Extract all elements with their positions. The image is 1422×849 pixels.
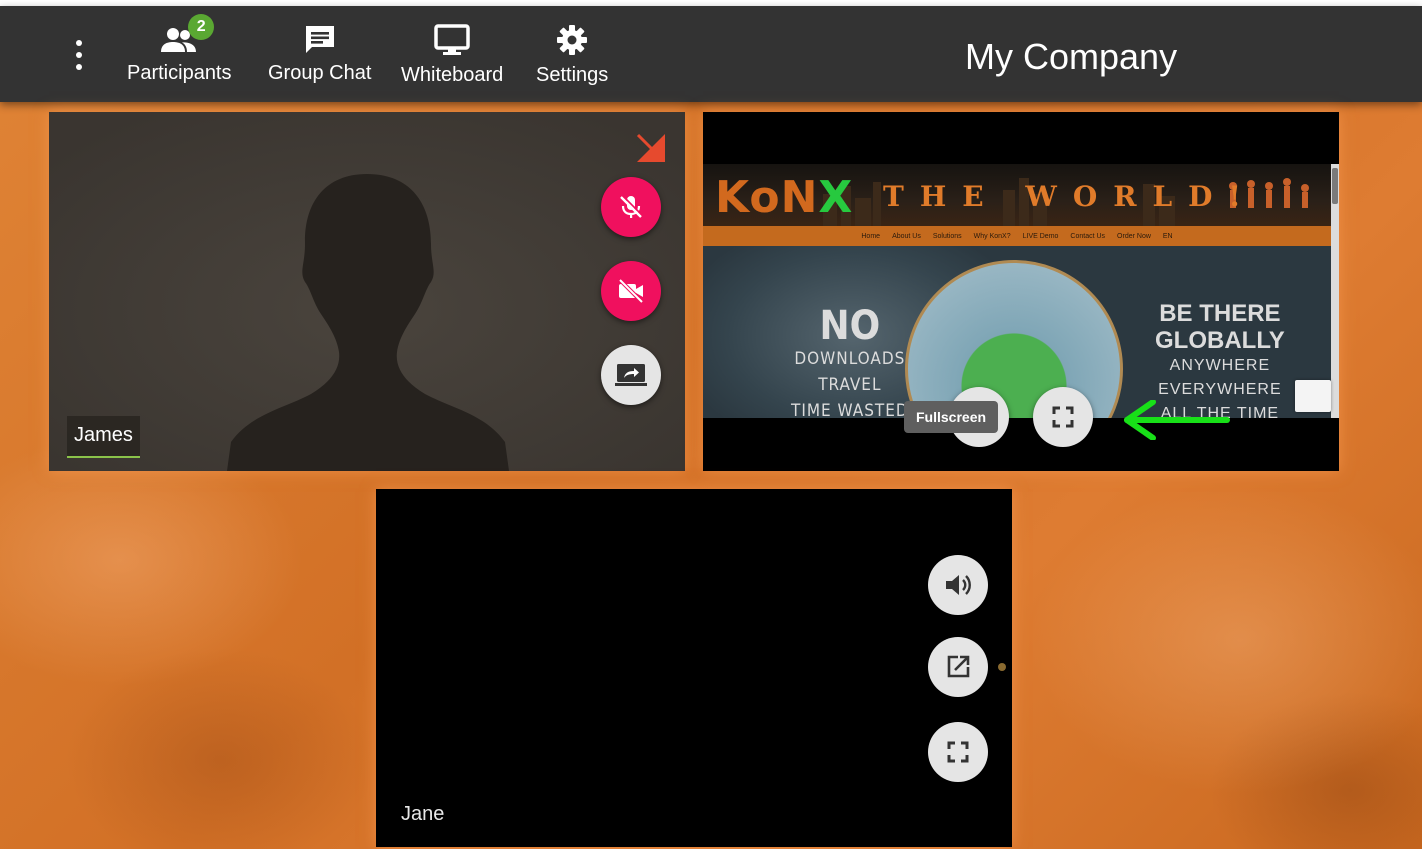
hero-right-bold: BE THERE [1159, 300, 1281, 327]
site-nav-item: EN [1162, 232, 1173, 240]
participant-tile-james[interactable]: James [49, 112, 685, 471]
more-vertical-icon[interactable] [70, 40, 88, 70]
hero-left-line: DOWNLOADS [794, 349, 906, 369]
group-chat-button[interactable]: Group Chat [268, 20, 371, 96]
group-chat-label: Group Chat [268, 62, 372, 84]
whiteboard-button[interactable]: Whiteboard [401, 20, 503, 96]
hero-left-big: NO [819, 303, 881, 349]
open-external-button[interactable] [928, 637, 988, 697]
monitor-icon [434, 20, 470, 60]
settings-label: Settings [536, 64, 609, 86]
participant-name-james: James [67, 416, 140, 458]
settings-button[interactable]: Settings [536, 20, 608, 96]
people-icon: 2 [160, 14, 215, 60]
hero-right-bold: GLOBALLY [1155, 327, 1285, 354]
chat-icon [303, 20, 337, 60]
recaptcha-badge [1295, 380, 1331, 412]
share-screen-button[interactable] [601, 345, 661, 405]
open-external-icon [947, 655, 970, 678]
site-header: KoNX THE WORLD! [703, 164, 1331, 226]
top-bar: 2 Participants Group Chat Whiteboard Set… [0, 6, 1422, 102]
video-off-icon [618, 278, 644, 304]
shared-website: KoNX THE WORLD! Home About Us Solutions … [703, 164, 1339, 418]
hero-left-line: TRAVEL [818, 375, 882, 395]
site-nav-item: Solutions [932, 232, 962, 240]
participants-button[interactable]: 2 Participants [127, 14, 232, 96]
company-name: My Company [965, 36, 1178, 77]
avatar-silhouette [49, 112, 685, 471]
green-arrow-annotation [1124, 400, 1230, 440]
whiteboard-label: Whiteboard [401, 64, 504, 86]
fullscreen-button[interactable] [1033, 387, 1093, 447]
hero-left-text: NO DOWNLOADS TRAVEL TIME WASTED [791, 306, 909, 418]
participants-count-badge: 2 [188, 14, 215, 40]
screen-share-icon [615, 364, 647, 386]
konx-logo: KoNX [715, 172, 854, 223]
site-nav-item: LIVE Demo [1022, 232, 1059, 240]
indicator-dot [998, 663, 1006, 671]
hero-right-line: EVERYWHERE [1158, 381, 1282, 398]
signal-off-icon [636, 133, 666, 163]
site-nav-item: Why KonX? [973, 232, 1011, 240]
site-nav-item: About Us [892, 232, 921, 240]
video-off-button[interactable] [601, 261, 661, 321]
fullscreen-button[interactable] [928, 722, 988, 782]
site-nav-item: Home [861, 232, 881, 240]
site-nav: Home About Us Solutions Why KonX? LIVE D… [703, 226, 1331, 246]
participant-tile-jane[interactable]: Jane [376, 489, 1012, 847]
gear-icon [555, 20, 589, 60]
fullscreen-tooltip: Fullscreen [904, 401, 999, 433]
screen-share-tile[interactable]: KoNX THE WORLD! Home About Us Solutions … [703, 112, 1339, 471]
volume-icon [946, 575, 971, 595]
mic-off-icon [620, 194, 644, 218]
mic-off-button[interactable] [601, 177, 661, 237]
site-hero: NO DOWNLOADS TRAVEL TIME WASTED BE THERE… [703, 246, 1331, 418]
participant-name-jane: Jane [401, 803, 445, 825]
site-nav-item: Contact Us [1070, 232, 1106, 240]
participants-label: Participants [127, 62, 232, 84]
fullscreen-icon [947, 741, 969, 763]
globe-image [905, 260, 1123, 418]
volume-button[interactable] [928, 555, 988, 615]
site-nav-item: Order Now [1117, 232, 1151, 240]
shared-page-scrollbar [1331, 164, 1339, 418]
hero-right-line: ANYWHERE [1169, 357, 1271, 374]
fullscreen-icon [1052, 406, 1074, 428]
hero-left-line: TIME WASTED [791, 401, 909, 418]
site-banner-text: THE WORLD! [883, 180, 1257, 213]
